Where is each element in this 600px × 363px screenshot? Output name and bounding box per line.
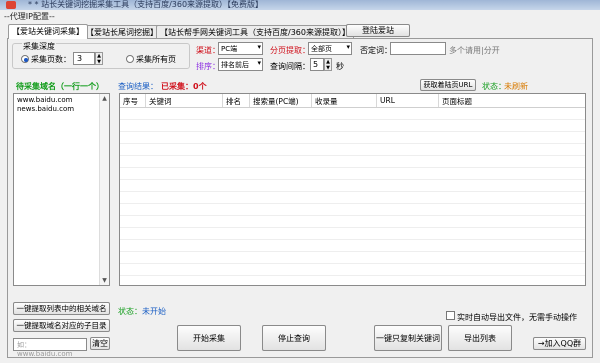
all-pages-label: 采集所有页 [136, 55, 176, 64]
status-bottom-value: 未开始 [142, 307, 166, 316]
status-bottom-prefix: 状态： [118, 307, 142, 316]
login-aizhan-button[interactable]: 登陆爱站 [346, 24, 410, 37]
negative-input[interactable] [390, 42, 446, 55]
interval-stepper[interactable]: ▲ ▼ [324, 58, 332, 71]
scroll-down-icon[interactable]: ▼ [100, 276, 109, 285]
table-header: 序号 关键词 排名 搜索量(PC端) 收录量 URL 页面标题 [120, 94, 585, 108]
title-bar: * * 站长关键词挖掘采集工具（支持百度/360来源提取）【免费版】 [0, 0, 600, 10]
table-body [120, 108, 585, 285]
status-bottom-label: 状态：未开始 [118, 306, 166, 317]
proxy-config-label: --代理IP配置-- [4, 12, 55, 21]
negative-label: 否定词： [360, 46, 392, 55]
column-header[interactable]: 排名 [223, 94, 250, 107]
status-top-label: 状态： [482, 82, 506, 91]
results-table[interactable]: 序号 关键词 排名 搜索量(PC端) 收录量 URL 页面标题 [119, 93, 586, 286]
column-header[interactable]: 序号 [120, 94, 146, 107]
chevron-down-icon: ▾ [257, 43, 261, 51]
column-header[interactable]: URL [377, 94, 439, 107]
scroll-up-icon[interactable]: ▲ [100, 94, 109, 103]
interval-label: 查询间隔： [270, 62, 310, 71]
clear-button[interactable]: 清空 [90, 337, 110, 350]
pages-radio[interactable] [21, 55, 29, 63]
column-header[interactable]: 关键词 [146, 94, 223, 107]
join-qq-group-button[interactable]: →加入QQ群 [533, 337, 586, 350]
depth-group-label: 采集深度 [22, 41, 56, 52]
column-header[interactable]: 页面标题 [439, 94, 585, 107]
domain-scrollbar[interactable]: ▲ ▼ [99, 94, 109, 285]
negative-hint: 多个请用|分开 [449, 46, 500, 55]
domain-line: news.baidu.com [17, 105, 75, 113]
paging-value: 全部页 [311, 45, 332, 53]
sort-select[interactable]: 排名前后 ▾ [218, 58, 263, 71]
domain-textarea[interactable]: www.baidu.com news.baidu.com ▲ ▼ [13, 93, 110, 286]
sort-value: 排名前后 [221, 61, 249, 69]
column-header[interactable]: 搜索量(PC端) [250, 94, 312, 107]
interval-unit: 秒 [336, 62, 344, 71]
tab-zhanzhang-tool[interactable]: 【站长帮手网关键词工具（支持百度/360来源提取）】 [156, 25, 354, 38]
export-list-button[interactable]: 导出列表 [448, 325, 512, 351]
channel-label: 渠道： [196, 46, 220, 55]
paging-select[interactable]: 全部页 ▾ [308, 42, 352, 55]
stop-query-button[interactable]: 停止查询 [262, 325, 326, 351]
pages-label: 采集页数： [31, 55, 71, 64]
app-icon [6, 1, 16, 9]
column-header[interactable]: 收录量 [312, 94, 377, 107]
pages-input[interactable]: 3 [73, 52, 95, 65]
extract-subdir-button[interactable]: 一键提取域名对应的子目录 [13, 319, 110, 332]
channel-select[interactable]: PC端 ▾ [218, 42, 263, 55]
status-top-value: 未刷新 [504, 82, 528, 91]
auto-export-label: 实时自动导出文件，无需手动操作 [457, 313, 577, 322]
channel-value: PC端 [221, 45, 238, 53]
domain-line: www.baidu.com [17, 96, 73, 104]
start-collect-button[interactable]: 开始采集 [177, 325, 241, 351]
tab-aizhan-keyword[interactable]: 【爱站关键词采集】 [8, 24, 88, 39]
window-title: * * 站长关键词挖掘采集工具（支持百度/360来源提取）【免费版】 [28, 0, 264, 9]
pages-stepper[interactable]: ▲ ▼ [95, 52, 103, 65]
result-label: 查询结果： [118, 82, 158, 91]
domain-input-placeholder: 如：www.baidu.com [17, 341, 73, 358]
chevron-down-icon: ▾ [346, 43, 350, 51]
domain-input[interactable]: 如：www.baidu.com [13, 338, 87, 358]
copy-keywords-button[interactable]: 一键只复制关键词 [374, 325, 442, 351]
fetch-url-button[interactable]: 获取着陆页URL [420, 79, 476, 91]
tab-aizhan-longtail[interactable]: 【爱站长尾词挖掘】 [82, 25, 162, 38]
collected-count: 已采集：0个 [161, 82, 207, 91]
sort-label: 排序： [196, 62, 220, 71]
extract-related-domains-button[interactable]: 一键提取列表中的相关域名 [13, 302, 110, 315]
chevron-down-icon: ▾ [257, 59, 261, 67]
all-pages-radio[interactable] [126, 55, 134, 63]
paging-label: 分页提取： [270, 46, 310, 55]
interval-input[interactable]: 5 [310, 58, 324, 71]
domain-list-title: 待采集域名（一行一个） [16, 82, 104, 91]
auto-export-checkbox[interactable] [446, 311, 455, 320]
